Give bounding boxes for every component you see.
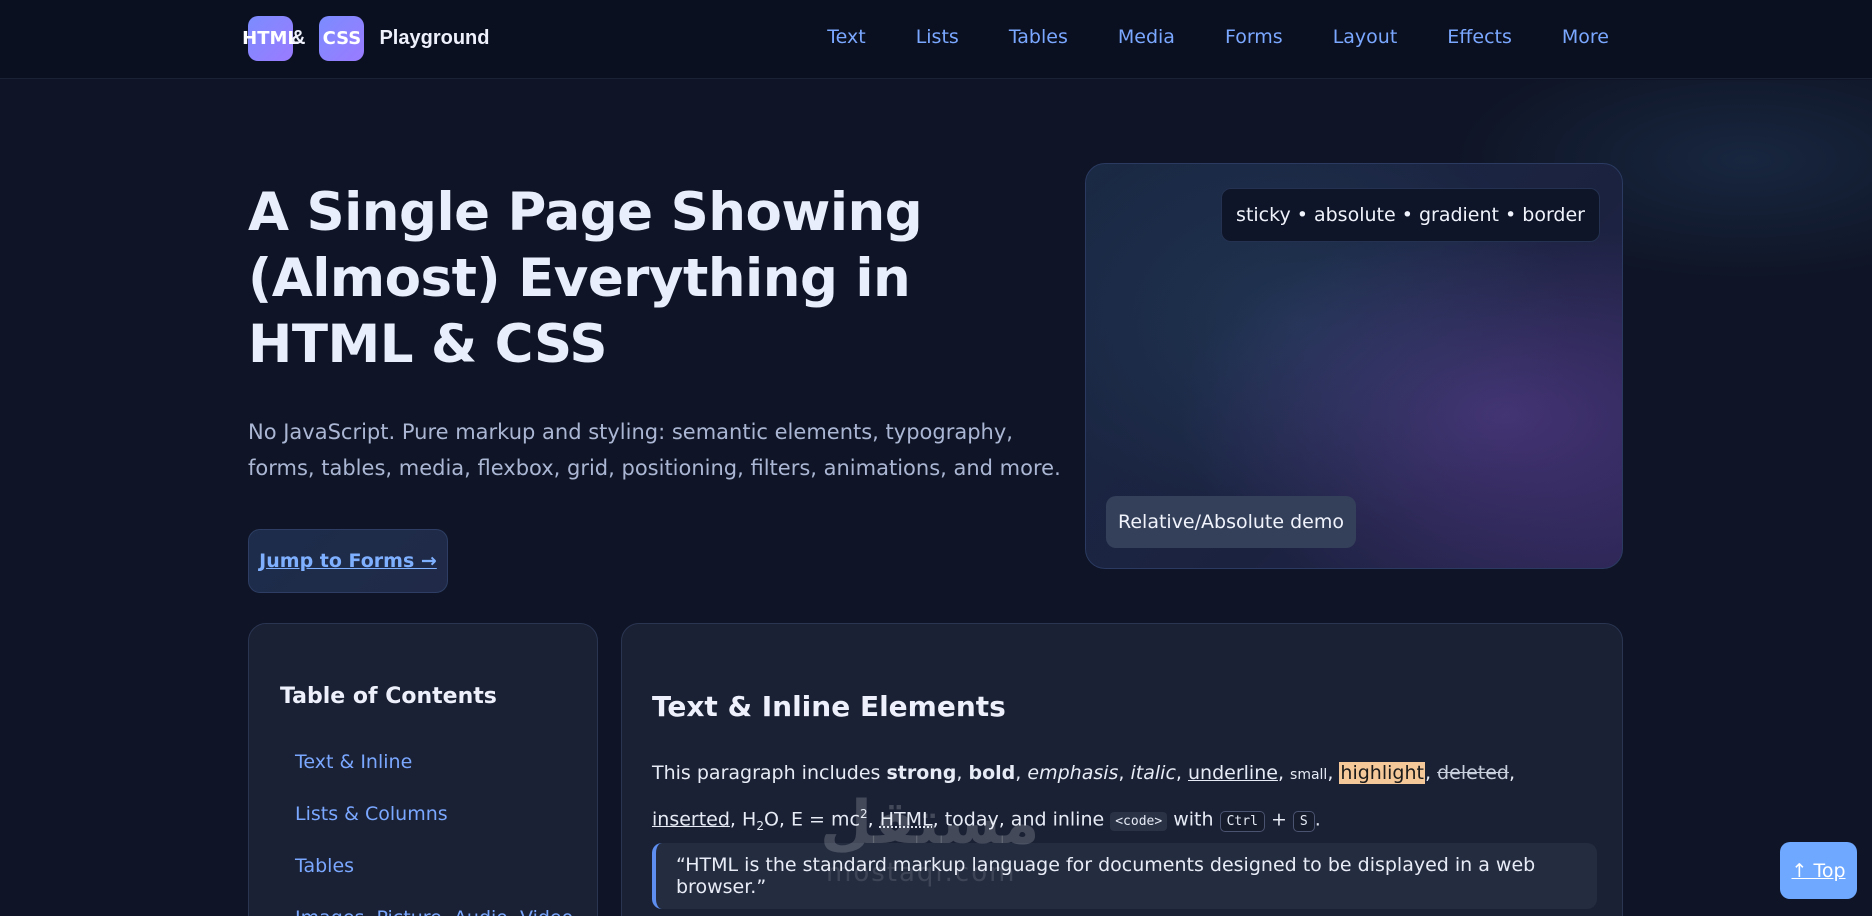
toc-link-media[interactable]: Images, Picture, Audio, Video — [295, 907, 573, 916]
para-lead: This paragraph includes — [652, 762, 887, 784]
brand-logo[interactable]: HTML & CSS Playground — [242, 16, 490, 61]
para-plus: + — [1264, 808, 1293, 831]
table-of-contents: Table of Contents Text & Inline Lists & … — [248, 623, 598, 916]
para-code: <code> — [1110, 812, 1168, 832]
section-heading: Text & Inline Elements — [652, 690, 1006, 723]
demo-features-pill: sticky • absolute • gradient • border — [1221, 188, 1600, 242]
demo-relative-absolute-pill: Relative/Absolute demo — [1106, 496, 1356, 548]
para-strong: strong — [886, 762, 957, 784]
nav-link-layout[interactable]: Layout — [1333, 26, 1398, 48]
nav-link-more[interactable]: More — [1562, 26, 1609, 48]
text-inline-section: Text & Inline Elements This paragraph in… — [621, 623, 1623, 916]
toc-link-text-inline[interactable]: Text & Inline — [295, 751, 412, 773]
para-underline: underline — [1188, 762, 1278, 784]
watermark-logo: مستقل — [820, 788, 1040, 858]
para-with: with — [1167, 808, 1220, 831]
para-h2o-o: O — [763, 808, 779, 831]
brand-title: Playground — [379, 27, 490, 49]
hero-title: A Single Page Showing (Almost) Everythin… — [248, 182, 923, 375]
brand-css-chip: CSS — [319, 16, 365, 61]
nav-link-lists[interactable]: Lists — [916, 26, 959, 48]
inline-elements-paragraph: This paragraph includes strong, bold, em… — [652, 762, 1516, 834]
para-h2o-sub: 2 — [756, 819, 764, 834]
brand-css-chip-label: CSS — [322, 28, 362, 49]
toc-title: Table of Contents — [280, 684, 497, 709]
nav-link-media[interactable]: Media — [1118, 26, 1175, 48]
toc-list: Text & Inline Lists & Columns Tables Ima… — [295, 751, 573, 916]
blockquote: “HTML is the standard markup language fo… — [652, 843, 1597, 909]
para-bold: bold — [968, 762, 1016, 784]
jump-to-forms-button[interactable]: Jump to Forms → — [248, 529, 448, 593]
brand-ampersand: & — [291, 27, 306, 49]
toc-item: Tables — [295, 855, 573, 907]
brand-html-chip: HTML — [242, 16, 299, 61]
nav-link-tables[interactable]: Tables — [1009, 26, 1068, 48]
toc-link-tables[interactable]: Tables — [295, 855, 354, 877]
para-small: small — [1290, 767, 1328, 783]
top-navigation-bar: HTML & CSS Playground Text Lists Tables … — [0, 0, 1872, 79]
para-kbd-ctrl: Ctrl — [1219, 811, 1265, 833]
nav-link-effects[interactable]: Effects — [1447, 26, 1512, 48]
toc-item: Text & Inline — [295, 751, 573, 803]
para-italic: italic — [1130, 762, 1176, 784]
para-h2o-h: H — [742, 808, 757, 831]
nav-link-forms[interactable]: Forms — [1225, 26, 1283, 48]
nav-link-text[interactable]: Text — [827, 26, 865, 48]
para-emphasis: emphasis — [1027, 762, 1119, 784]
para-inserted: inserted — [652, 808, 730, 831]
watermark-domain: mostaql.com — [826, 858, 1017, 888]
hero-subtitle: No JavaScript. Pure markup and styling: … — [248, 420, 1061, 480]
toc-item: Images, Picture, Audio, Video — [295, 907, 573, 916]
para-highlight: highlight — [1339, 762, 1425, 784]
toc-link-lists-columns[interactable]: Lists & Columns — [295, 803, 448, 825]
toc-item: Lists & Columns — [295, 803, 573, 855]
para-deleted: deleted — [1437, 762, 1509, 784]
para-kbd-s: S — [1292, 811, 1315, 833]
back-to-top-button[interactable]: ↑ Top — [1780, 842, 1857, 899]
main-nav: Text Lists Tables Media Forms Layout Eff… — [827, 26, 1609, 48]
positioning-demo-card: sticky • absolute • gradient • border Re… — [1085, 163, 1623, 569]
